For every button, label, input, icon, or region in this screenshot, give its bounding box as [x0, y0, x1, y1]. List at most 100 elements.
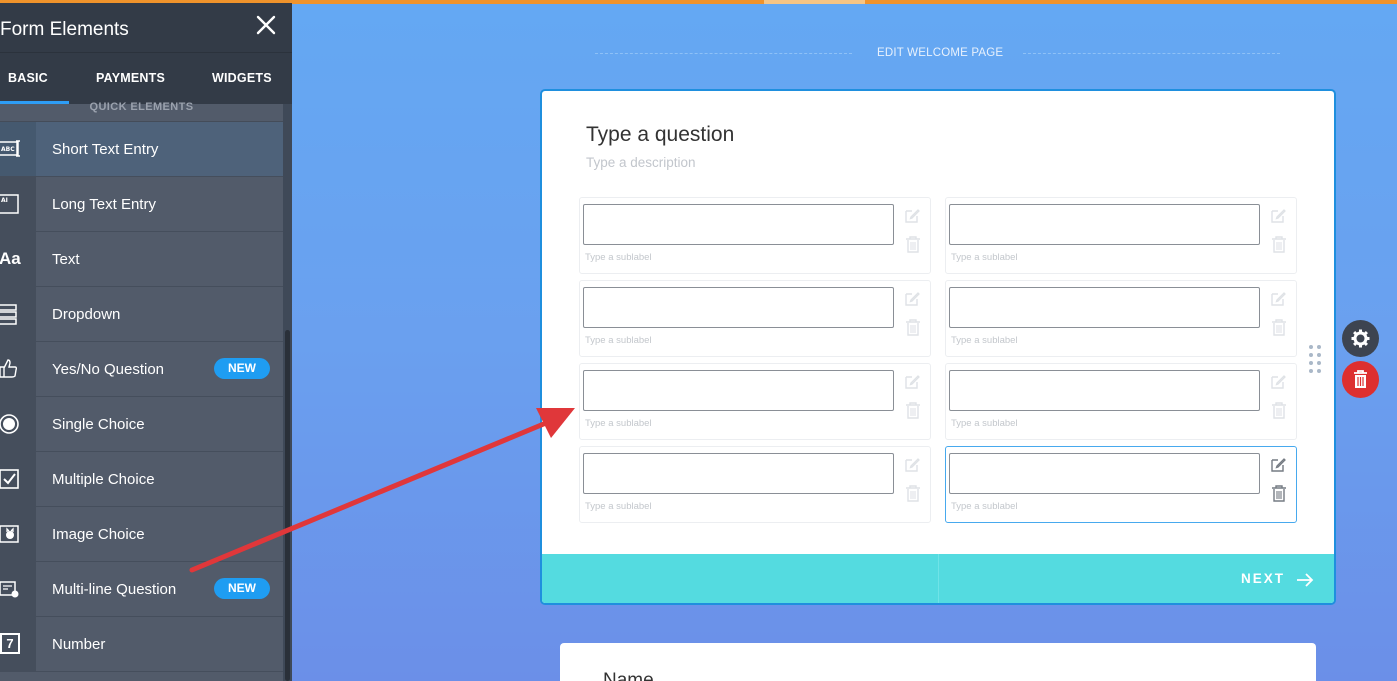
panel-title: Form Elements: [0, 19, 129, 40]
svg-text:ABC: ABC: [1, 146, 15, 153]
drag-dot: [1309, 361, 1313, 365]
sidebar-item-label: Short Text Entry: [52, 141, 159, 158]
panel-scrollbar[interactable]: [285, 330, 290, 681]
form-elements-panel: Form Elements BASIC PAYMENTS WIDGETS QUI…: [0, 3, 292, 681]
trash-icon[interactable]: [905, 484, 921, 507]
edit-icon[interactable]: [1269, 207, 1287, 230]
tab-payments[interactable]: PAYMENTS: [96, 71, 165, 85]
sidebar-item-yes-no-question[interactable]: Yes/No Question NEW: [0, 342, 283, 397]
text-input[interactable]: [949, 204, 1260, 245]
panel-tabs: BASIC PAYMENTS WIDGETS: [0, 52, 292, 104]
close-icon[interactable]: [254, 13, 278, 37]
drag-dot: [1317, 361, 1321, 365]
radio-icon: [0, 397, 36, 451]
text-input[interactable]: [949, 287, 1260, 328]
sidebar-item-label: Image Choice: [52, 526, 145, 543]
trash-icon: [1354, 370, 1367, 388]
sidebar-item-number[interactable]: 7 Number: [0, 617, 283, 672]
sidebar-item-short-text-entry[interactable]: ABC Short Text Entry: [0, 122, 283, 177]
number-icon: 7: [0, 617, 36, 671]
sidebar-item-label: Number: [52, 636, 106, 653]
trash-icon[interactable]: [1271, 318, 1287, 341]
edit-icon[interactable]: [1269, 290, 1287, 313]
drag-dot: [1317, 369, 1321, 373]
footer-divider: [938, 554, 939, 603]
panel-header: Form Elements: [0, 3, 292, 52]
text-input[interactable]: [583, 370, 894, 411]
sidebar-item-long-text-entry[interactable]: AI Long Text Entry: [0, 177, 283, 232]
edit-icon[interactable]: [903, 456, 921, 479]
sublabel[interactable]: Type a sublabel: [585, 335, 652, 346]
field-cell[interactable]: Type a sublabel: [945, 363, 1297, 440]
field-cell[interactable]: Type a sublabel: [945, 280, 1297, 357]
next-question-title[interactable]: Name: [603, 670, 654, 681]
edit-icon[interactable]: [903, 373, 921, 396]
text-input[interactable]: [583, 204, 894, 245]
image-icon: [0, 507, 36, 561]
trash-icon[interactable]: [905, 235, 921, 258]
next-question-card[interactable]: Name: [560, 643, 1316, 681]
text-input[interactable]: [583, 453, 894, 494]
question-description[interactable]: Type a description: [586, 155, 696, 170]
tab-basic[interactable]: BASIC: [8, 71, 48, 85]
settings-button[interactable]: [1342, 320, 1379, 357]
sidebar-item-label: Multi-line Question: [52, 581, 177, 598]
edit-icon[interactable]: [1269, 373, 1287, 396]
next-button[interactable]: NEXT: [1241, 571, 1285, 586]
sidebar-item-text[interactable]: Aa Text: [0, 232, 283, 287]
long-text-icon: AI: [0, 177, 36, 231]
text-aa-icon: Aa: [0, 232, 36, 286]
trash-icon[interactable]: [905, 318, 921, 341]
svg-text:AI: AI: [1, 197, 8, 204]
drag-dot: [1317, 345, 1321, 349]
drag-dot: [1309, 345, 1313, 349]
sidebar-item-single-choice[interactable]: Single Choice: [0, 397, 283, 452]
sublabel[interactable]: Type a sublabel: [951, 418, 1018, 429]
sidebar-item-label: Single Choice: [52, 416, 145, 433]
edit-icon[interactable]: [1269, 456, 1287, 479]
checkbox-icon: [0, 452, 36, 506]
sublabel[interactable]: Type a sublabel: [585, 418, 652, 429]
thumbs-icon: [0, 342, 36, 396]
sidebar-item-multiple-choice[interactable]: Multiple Choice: [0, 452, 283, 507]
tab-widgets[interactable]: WIDGETS: [212, 71, 272, 85]
edit-icon[interactable]: [903, 290, 921, 313]
delete-button[interactable]: [1342, 361, 1379, 398]
field-cell[interactable]: Type a sublabel: [579, 197, 931, 274]
sublabel[interactable]: Type a sublabel: [585, 252, 652, 263]
sublabel[interactable]: Type a sublabel: [951, 252, 1018, 263]
gear-icon: [1351, 329, 1370, 348]
arrow-right-icon[interactable]: [1296, 573, 1314, 587]
edit-icon[interactable]: [903, 207, 921, 230]
field-cell[interactable]: Type a sublabel: [945, 197, 1297, 274]
sublabel[interactable]: Type a sublabel: [951, 501, 1018, 512]
drag-handle[interactable]: [1309, 345, 1323, 375]
new-badge: NEW: [214, 358, 270, 379]
sidebar-item-multi-line-question[interactable]: Multi-line Question NEW: [0, 562, 283, 617]
text-input[interactable]: [949, 453, 1260, 494]
edit-welcome-page-link[interactable]: EDIT WELCOME PAGE: [877, 47, 1003, 59]
field-cell[interactable]: Type a sublabel: [579, 446, 931, 523]
question-title[interactable]: Type a question: [586, 123, 734, 147]
divider-left: [595, 53, 852, 54]
sidebar-item-dropdown[interactable]: Dropdown: [0, 287, 283, 342]
section-label: QUICK ELEMENTS: [0, 102, 283, 122]
dropdown-icon: [0, 287, 36, 341]
field-cell[interactable]: Type a sublabel: [579, 280, 931, 357]
sidebar-item-image-choice[interactable]: Image Choice: [0, 507, 283, 562]
field-cell[interactable]: Type a sublabel: [579, 363, 931, 440]
question-card[interactable]: Type a question Type a description Type …: [540, 89, 1336, 605]
sidebar-item-label: Long Text Entry: [52, 196, 156, 213]
field-cell[interactable]: Type a sublabel: [945, 446, 1297, 523]
text-input[interactable]: [583, 287, 894, 328]
sublabel[interactable]: Type a sublabel: [585, 501, 652, 512]
trash-icon[interactable]: [1271, 484, 1287, 507]
text-input[interactable]: [949, 370, 1260, 411]
trash-icon[interactable]: [1271, 235, 1287, 258]
sidebar-item-label: Text: [52, 251, 80, 268]
new-badge: NEW: [214, 578, 270, 599]
trash-icon[interactable]: [1271, 401, 1287, 424]
sidebar-item-label: Dropdown: [52, 306, 121, 323]
sublabel[interactable]: Type a sublabel: [951, 335, 1018, 346]
trash-icon[interactable]: [905, 401, 921, 424]
